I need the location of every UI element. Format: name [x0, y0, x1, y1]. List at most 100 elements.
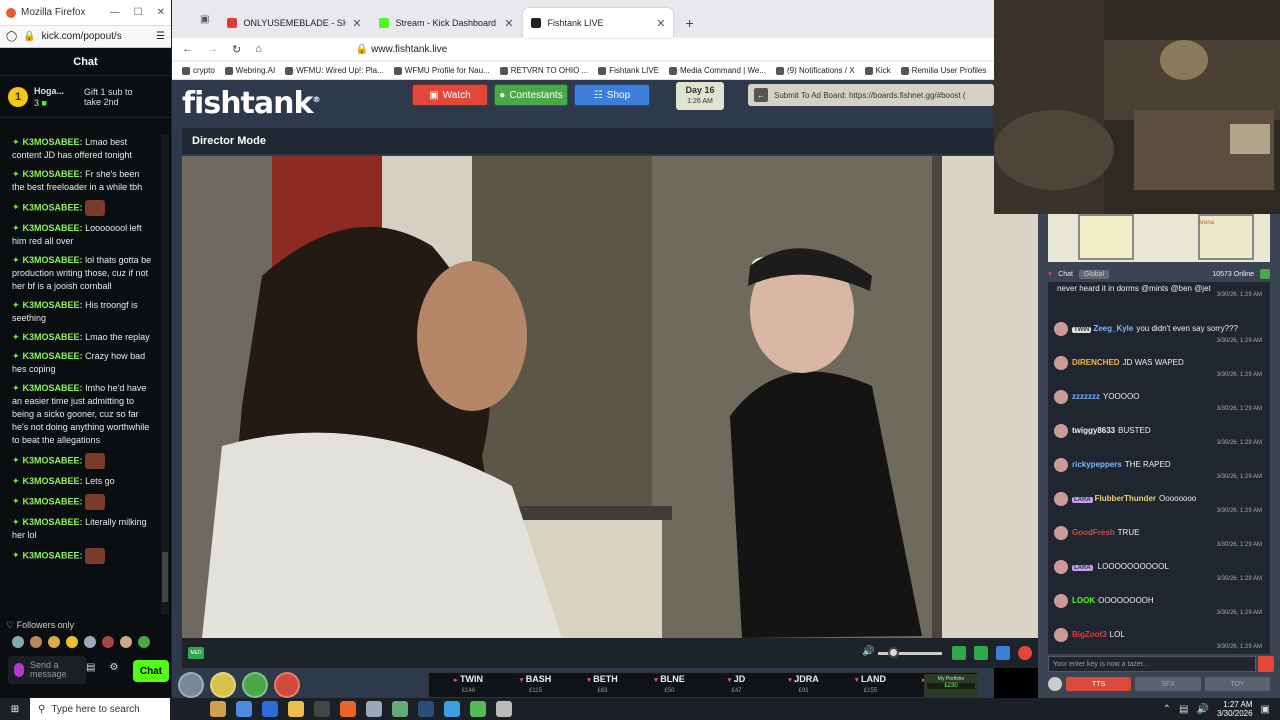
chat-username[interactable]: K3MOSABEE:	[23, 332, 83, 342]
chat-username[interactable]: K3MOSABEE:	[23, 550, 83, 560]
ticket-icon[interactable]	[242, 672, 268, 698]
tab-overview-icon[interactable]: ▣	[200, 14, 209, 25]
bookmark-item[interactable]: Webring.AI	[224, 66, 275, 75]
watch-button[interactable]: ▣ Watch	[412, 84, 488, 106]
app-icon[interactable]	[444, 701, 460, 717]
chat-username[interactable]: K3MOSABEE:	[23, 300, 83, 310]
site-chat-input[interactable]: Your enter key is now a tazer...	[1048, 656, 1256, 672]
bookmark-item[interactable]: WFMU: Wired Up!: Pla...	[285, 66, 384, 75]
maximize-icon[interactable]: ☐	[134, 7, 143, 18]
chat-username[interactable]: rickypeppers	[1072, 460, 1122, 469]
gift-box-icon[interactable]: ▤	[86, 662, 95, 673]
chat-scrollbar[interactable]	[161, 134, 169, 614]
chat-username[interactable]: K3MOSABEE:	[23, 517, 83, 527]
record-icon[interactable]	[1018, 646, 1032, 660]
bookmark-item[interactable]: WFMU Profile for Nau...	[393, 66, 490, 75]
arena-preview[interactable]: Arena	[1048, 214, 1270, 262]
new-tab-button[interactable]: +	[675, 8, 703, 38]
chat-username[interactable]: K3MOSABEE:	[23, 351, 83, 361]
close-tab-icon[interactable]: ✕	[504, 17, 513, 30]
minecraft-icon[interactable]	[470, 701, 486, 717]
shop-button[interactable]: ☷ Shop	[574, 84, 650, 106]
reload-icon[interactable]: ↻	[232, 43, 241, 56]
sfx-button[interactable]: SFX	[1135, 677, 1201, 691]
live-video-player[interactable]	[182, 156, 1038, 638]
steam-icon[interactable]	[418, 701, 434, 717]
chat-send-button[interactable]: Chat	[133, 660, 169, 682]
chat-username[interactable]: K3MOSABEE:	[23, 169, 83, 179]
address-bar[interactable]: 🔒 www.fishtank.live	[356, 44, 447, 55]
taskbar-search[interactable]: ⚲ Type here to search	[30, 698, 170, 720]
chat-username[interactable]: K3MOSABEE:	[23, 476, 83, 486]
mic-icon[interactable]	[14, 663, 24, 677]
my-portfolio[interactable]: My Portfolio £230	[924, 674, 978, 698]
close-icon[interactable]: ✕	[157, 7, 165, 18]
outlook-icon[interactable]	[262, 701, 278, 717]
chat-username[interactable]: zzzzzzz	[1072, 392, 1100, 401]
speaker-icon[interactable]: 🔊	[1197, 704, 1209, 715]
camera-tab-twin[interactable]: ▸ TWIN £146	[435, 674, 502, 696]
avatar[interactable]	[1054, 424, 1068, 438]
chevron-up-icon[interactable]: ⌃	[1163, 704, 1171, 715]
app-icon[interactable]	[496, 701, 512, 717]
forward-icon[interactable]: →	[207, 43, 218, 55]
fishtank-logo[interactable]: fishtank®	[182, 86, 320, 121]
volume-slider-knob[interactable]	[888, 647, 899, 658]
chat-username[interactable]: DIRENCHED	[1072, 358, 1120, 367]
close-tab-icon[interactable]: ✕	[352, 17, 361, 30]
close-tab-icon[interactable]: ✕	[656, 17, 665, 30]
tool-icon[interactable]	[274, 672, 300, 698]
settings-wheel-icon[interactable]	[178, 672, 204, 698]
pip-icon[interactable]	[952, 646, 966, 660]
chat-username[interactable]: GoodFresh	[1072, 528, 1115, 537]
camera-tab-land[interactable]: ▾ LAND £155	[837, 674, 904, 696]
avatar[interactable]	[1054, 356, 1068, 370]
fullscreen-icon[interactable]	[996, 646, 1010, 660]
chat-username[interactable]: FlubberThunder	[1095, 494, 1156, 503]
emote-bar[interactable]	[12, 636, 150, 648]
chat-username[interactable]: K3MOSABEE:	[23, 383, 83, 393]
windows-start-icon[interactable]: ⊞	[0, 704, 30, 715]
tts-button[interactable]: TTS	[1066, 677, 1132, 691]
volume-icon[interactable]: 🔊	[862, 646, 874, 657]
gift-leaderboard[interactable]: 1 Hoga... 3 ■ Gift 1 sub to take 2nd	[0, 76, 171, 118]
bookmark-item[interactable]: crypto	[182, 66, 215, 75]
chat-username[interactable]: K3MOSABEE:	[23, 496, 83, 506]
notification-icon[interactable]: ▣	[1261, 704, 1270, 715]
camera-tab-blne[interactable]: ▾ BLNE £50	[636, 674, 703, 696]
avatar[interactable]	[1054, 390, 1068, 404]
bookmark-item[interactable]: RETVRN TO OHIO ...	[499, 66, 588, 75]
camera-tab-beth[interactable]: ▾ BETH £63	[569, 674, 636, 696]
settings-icon[interactable]: ⚙	[109, 662, 118, 673]
avatar[interactable]	[1054, 458, 1068, 472]
chat-username[interactable]: LOOK	[1072, 596, 1095, 605]
avatar[interactable]	[1054, 322, 1068, 336]
site-chat-send-button[interactable]	[1258, 656, 1274, 672]
avatar[interactable]	[1054, 628, 1068, 642]
avatar[interactable]	[1054, 526, 1068, 540]
bookmark-item[interactable]: (9) Notifications / X	[775, 66, 855, 75]
toy-button[interactable]: TOY	[1204, 677, 1270, 691]
avatar[interactable]	[1054, 594, 1068, 608]
chat-username[interactable]: Zeeg_Kyle	[1093, 324, 1133, 333]
chat-message-input[interactable]: Send a message	[8, 656, 86, 684]
chat-username[interactable]: K3MOSABEE:	[23, 202, 83, 212]
chat-username[interactable]: K3MOSABEE:	[23, 255, 83, 265]
bookmark-item[interactable]: Fishtank LIVE	[598, 66, 659, 75]
chat-username[interactable]: K3MOSABEE:	[23, 455, 83, 465]
network-icon[interactable]: ▤	[1179, 704, 1188, 715]
back-arrow-icon[interactable]: ←	[754, 88, 768, 102]
camera-tab-jd[interactable]: ▾ JD £47	[703, 674, 770, 696]
tab-fishtank[interactable]: Fishtank LIVE ✕	[523, 8, 674, 38]
bookmark-item[interactable]: Media Command | We...	[669, 66, 766, 75]
bookmark-item[interactable]: Kick	[864, 66, 891, 75]
avatar[interactable]	[1054, 560, 1068, 574]
app-icon[interactable]	[392, 701, 408, 717]
chat-username[interactable]: twiggy8633	[1072, 426, 1115, 435]
contestants-button[interactable]: ● Contestants	[494, 84, 568, 106]
widget-icon[interactable]	[210, 701, 226, 717]
folder-icon[interactable]	[288, 701, 304, 717]
clock[interactable]: 1:27 AM 3/30/2026	[1217, 700, 1253, 718]
back-icon[interactable]: ←	[182, 43, 193, 55]
tab-kick-dashboard[interactable]: Stream - Kick Dashboard ✕	[371, 8, 521, 38]
